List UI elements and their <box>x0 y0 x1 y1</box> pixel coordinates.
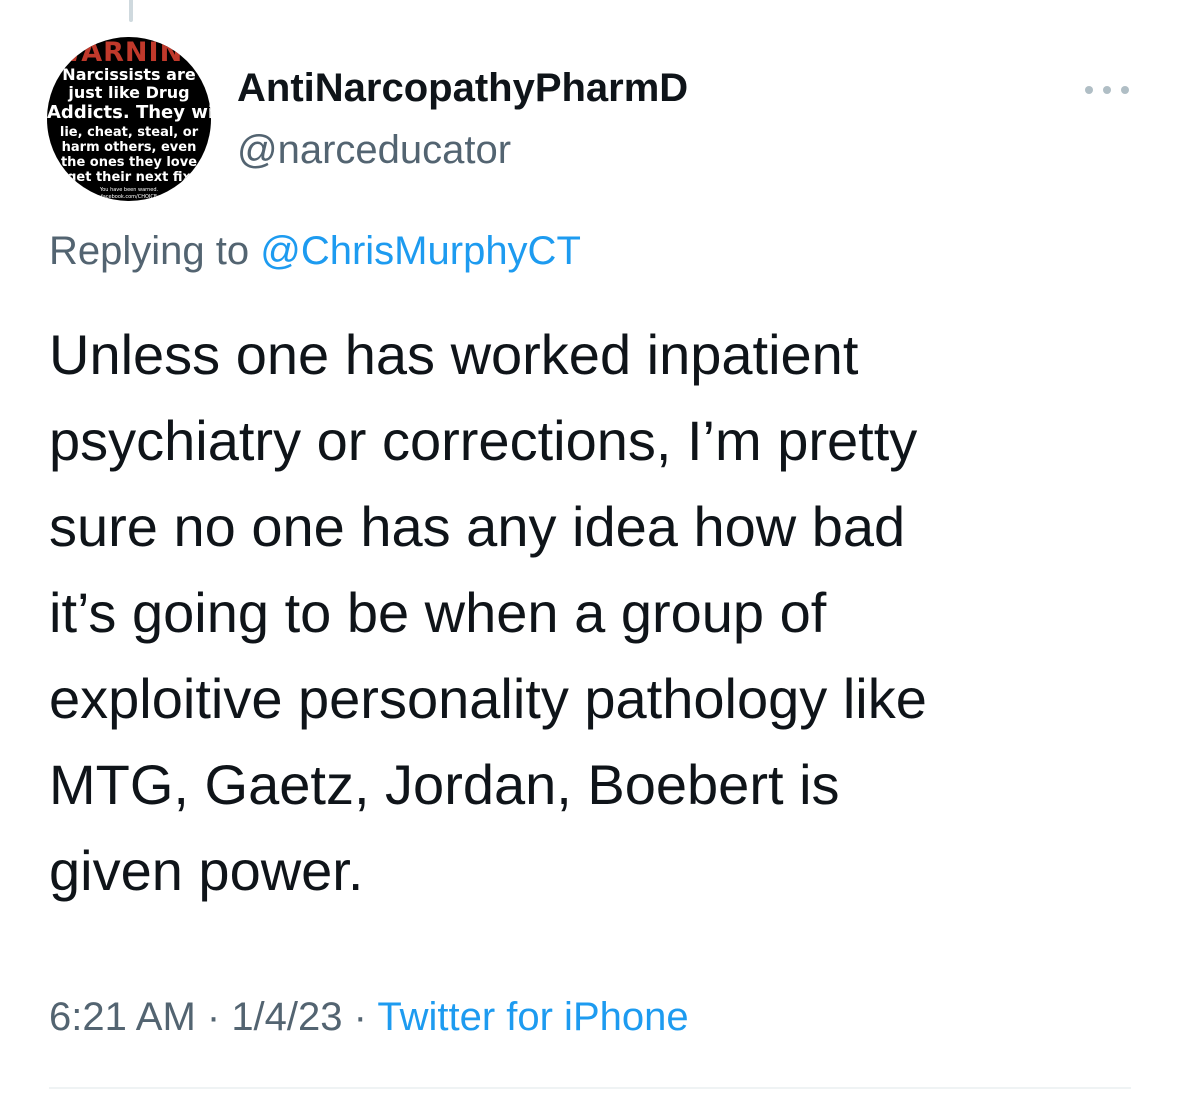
avatar-text-warning: WARNING <box>51 37 207 68</box>
tweet-text-line: sure no one has any idea how bad <box>49 495 906 558</box>
tweet-date[interactable]: 1/4/23 <box>231 995 342 1039</box>
avatar-text-line: Addicts. They will <box>47 102 211 123</box>
more-dot <box>1121 86 1129 94</box>
avatar-text-line: the ones they love <box>60 155 198 170</box>
avatar-text-line: just like Drug <box>68 83 190 102</box>
avatar-text-line: get their next fix <box>67 170 191 185</box>
author-display-name[interactable]: AntiNarcopathyPharmD <box>237 66 688 111</box>
avatar-text-line: facebook.com/CHOICE <box>100 194 158 200</box>
thread-connector-line <box>129 0 133 22</box>
tweet-text-line: MTG, Gaetz, Jordan, Boebert is <box>49 753 840 816</box>
avatar-text-line: lie, cheat, steal, or <box>59 125 199 140</box>
tweet-metadata: 6:21 AM · 1/4/23 · Twitter for iPhone <box>49 995 689 1040</box>
tweet-text-line: exploitive personality pathology like <box>49 667 927 730</box>
replying-to-line: Replying to @ChrisMurphyCT <box>49 229 581 274</box>
meta-separator: · <box>195 995 232 1039</box>
more-dot <box>1085 86 1093 94</box>
divider <box>49 1087 1131 1089</box>
tweet-text-line: psychiatry or corrections, I’m pretty <box>49 409 918 472</box>
author-handle[interactable]: @narceducator <box>237 128 511 173</box>
tweet-text-line: given power. <box>49 839 364 902</box>
avatar[interactable]: WARNING Narcissists are just like Drug A… <box>47 37 211 201</box>
more-dot <box>1103 86 1111 94</box>
more-horizontal-icon[interactable] <box>1085 80 1129 100</box>
avatar-text-line: harm others, even <box>61 140 197 155</box>
tweet-time[interactable]: 6:21 AM <box>49 995 196 1039</box>
meta-separator: · <box>342 995 378 1039</box>
avatar-text-line: Narcissists are <box>62 65 196 84</box>
replying-to-label: Replying to <box>49 229 261 273</box>
tweet-text: Unless one has worked inpatient psychiat… <box>49 312 1149 914</box>
tweet-text-line: Unless one has worked inpatient <box>49 323 859 386</box>
reply-mention-link[interactable]: @ChrisMurphyCT <box>260 229 581 273</box>
tweet-source-link[interactable]: Twitter for iPhone <box>377 995 688 1039</box>
avatar-text-line: You have been warned. <box>99 187 159 193</box>
tweet-text-line: it’s going to be when a group of <box>49 581 827 644</box>
